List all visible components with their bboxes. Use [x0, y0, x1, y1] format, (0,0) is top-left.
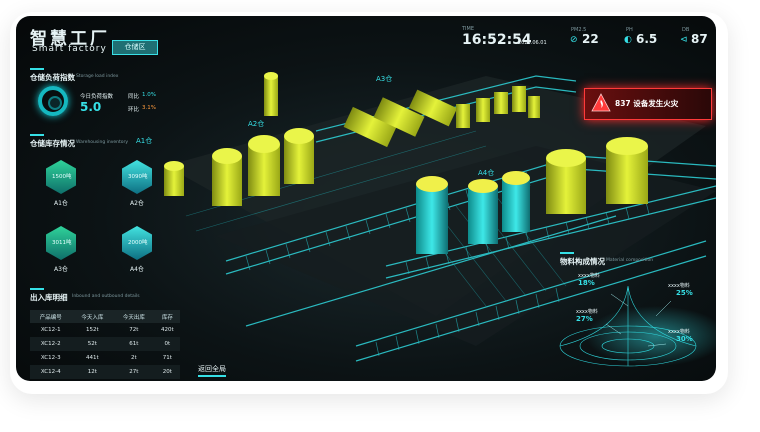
- column-header: 今天入库: [71, 310, 114, 323]
- date: 2020.06.01: [518, 40, 547, 46]
- table-row[interactable]: XC12-3 441t 2t 71t: [30, 351, 180, 365]
- today-label: 今日负荷指数: [80, 94, 114, 100]
- yoy-value: 1.0%: [142, 92, 156, 98]
- section-marker: [560, 252, 574, 254]
- inventory-subtitle: Warehousing inventory: [76, 140, 129, 145]
- details-title: 出入库明细: [30, 293, 68, 302]
- materials-title: 物料构成情况: [560, 257, 605, 266]
- yoy-label: 同比: [128, 94, 140, 100]
- table-row[interactable]: XC12-2 52t 61t 0t: [30, 337, 180, 351]
- ph-value: 6.5: [636, 32, 658, 46]
- inventory-a4-value: 2000吨: [128, 240, 148, 246]
- column-header: 今天出库: [113, 310, 155, 323]
- section-marker: [30, 288, 44, 290]
- material-2-pct: 25%: [676, 289, 693, 297]
- material-3-pct: 27%: [576, 315, 593, 323]
- material-4-name: xxxx物料: [668, 329, 690, 335]
- table-row[interactable]: XC12-4 12t 27t 20t: [30, 365, 180, 379]
- materials-subtitle: Material composition: [606, 258, 654, 263]
- section-marker: [30, 134, 44, 136]
- warehouse-label-a2[interactable]: A2仓: [248, 119, 264, 129]
- today-value: 5.0: [80, 100, 102, 114]
- inventory-a2-value: 3090吨: [128, 174, 148, 180]
- table-header-row: 产品编号 今天入库 今天出库 库存: [30, 310, 180, 323]
- inventory-a2-name: A2仓: [130, 200, 144, 207]
- fire-alert[interactable]: 837 设备发生火灾: [584, 88, 712, 120]
- warehouse-label-a3[interactable]: A3仓: [376, 74, 392, 84]
- back-to-overview-button[interactable]: 返回全局: [198, 364, 226, 377]
- inventory-a1-value: 1500吨: [52, 174, 72, 180]
- material-2-name: xxxx物料: [668, 283, 690, 289]
- db-value: 87: [691, 32, 708, 46]
- material-3-name: xxxx物料: [576, 309, 598, 315]
- inventory-a1-name: A1仓: [54, 200, 68, 207]
- pm25-value: 22: [582, 32, 599, 46]
- sound-icon: ⊲: [680, 35, 688, 45]
- load-index-title: 仓储负荷指数: [30, 73, 75, 82]
- leaf-icon: ⊘: [570, 35, 578, 45]
- fire-icon: [591, 93, 611, 112]
- column-header: 产品编号: [30, 310, 72, 323]
- load-index-subtitle: Storage load index: [76, 74, 119, 79]
- inventory-a3-value: 3011吨: [52, 240, 72, 246]
- material-4-pct: 30%: [676, 335, 693, 343]
- zone-tab[interactable]: 仓储区: [112, 40, 158, 55]
- details-subtitle: Inbound and outbound details: [72, 294, 140, 299]
- section-marker: [30, 68, 44, 70]
- table-row[interactable]: XC12-1 152t 72t 420t: [30, 323, 180, 337]
- mom-label: 环比: [128, 107, 140, 113]
- details-table: 产品编号 今天入库 今天出库 库存 XC12-1 152t 72t 420t X…: [30, 310, 180, 379]
- warehouse-label-a1[interactable]: A1仓: [136, 136, 152, 146]
- app-subtitle: Smart factory: [32, 44, 107, 54]
- gauge-icon: [38, 86, 68, 116]
- inventory-a3-name: A3仓: [54, 266, 68, 273]
- drop-icon: ◐: [624, 35, 632, 45]
- dashboard-screen: 智慧工厂 Smart factory 仓储区 TIME 16:52:54 202…: [16, 16, 716, 381]
- warehouse-label-a4[interactable]: A4仓: [478, 168, 494, 178]
- mom-value: 3.1%: [142, 105, 156, 111]
- alert-text: 837 设备发生火灾: [615, 99, 679, 108]
- material-1-name: xxxx物料: [578, 273, 600, 279]
- column-header: 库存: [154, 310, 180, 323]
- inventory-title: 仓储库存情况: [30, 139, 75, 148]
- inventory-a4-name: A4仓: [130, 266, 144, 273]
- material-1-pct: 18%: [578, 279, 595, 287]
